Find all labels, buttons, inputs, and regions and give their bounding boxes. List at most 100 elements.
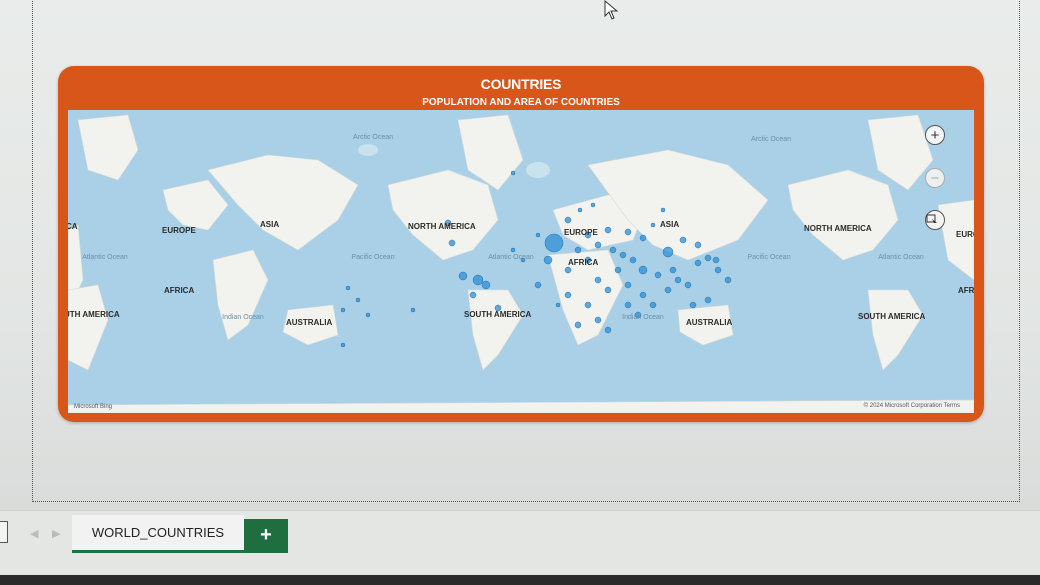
zoom-out-button[interactable]: − xyxy=(925,168,945,188)
country-bubble[interactable] xyxy=(355,297,361,303)
continent-label: NORTH AMERICA xyxy=(804,224,872,233)
country-bubble[interactable] xyxy=(704,296,712,304)
continent-label: AFRICA xyxy=(164,286,195,295)
country-bubble[interactable] xyxy=(660,207,666,213)
country-bubble[interactable] xyxy=(714,266,722,274)
country-bubble[interactable] xyxy=(410,307,416,313)
lasso-select-icon xyxy=(926,214,937,225)
continent-label: AUSTRALIA xyxy=(286,318,333,327)
country-bubble[interactable] xyxy=(674,276,682,284)
ocean-label: Pacific Ocean xyxy=(351,254,395,261)
country-bubble[interactable] xyxy=(712,256,720,264)
select-region-button[interactable] xyxy=(925,210,945,230)
continent-label: UTH AMERICA xyxy=(68,310,120,319)
continent-label: AFR xyxy=(958,286,974,295)
zoom-in-button[interactable]: + xyxy=(925,125,945,145)
country-bubble[interactable] xyxy=(594,316,602,324)
country-bubble[interactable] xyxy=(481,280,491,290)
add-sheet-button[interactable]: + xyxy=(244,519,288,553)
country-bubble[interactable] xyxy=(669,266,677,274)
continent-label: NORTH AMERICA xyxy=(408,222,476,231)
country-bubble[interactable] xyxy=(604,326,612,334)
country-bubble[interactable] xyxy=(564,216,572,224)
country-bubble[interactable] xyxy=(345,285,351,291)
country-bubble[interactable] xyxy=(604,286,612,294)
ocean-label: Indian Ocean xyxy=(222,314,264,321)
country-bubble[interactable] xyxy=(650,222,656,228)
country-bubble[interactable] xyxy=(624,301,632,309)
previous-sheet-icon[interactable]: ◀ xyxy=(30,527,38,540)
country-bubble[interactable] xyxy=(448,239,456,247)
country-bubble[interactable] xyxy=(689,301,697,309)
country-bubble[interactable] xyxy=(614,266,622,274)
country-bubble[interactable] xyxy=(577,207,583,213)
country-bubble[interactable] xyxy=(564,266,572,274)
country-bubble[interactable] xyxy=(629,256,637,264)
chart-title: COUNTRIES xyxy=(480,76,562,92)
country-bubble[interactable] xyxy=(609,246,617,254)
country-bubble[interactable] xyxy=(662,246,674,258)
ocean-label: Arctic Ocean xyxy=(352,134,394,141)
country-bubble[interactable] xyxy=(624,228,632,236)
map-chart-card[interactable]: COUNTRIES POPULATION AND AREA OF COUNTRI… xyxy=(58,66,984,422)
sheet-tab-world-countries[interactable]: WORLD_COUNTRIES xyxy=(72,515,244,553)
country-bubble[interactable] xyxy=(638,265,648,275)
country-bubble[interactable] xyxy=(594,276,602,284)
country-bubble[interactable] xyxy=(694,241,702,249)
country-bubble[interactable] xyxy=(555,302,561,308)
continent-label: ASIA xyxy=(660,220,680,229)
country-bubble[interactable] xyxy=(472,274,484,286)
continent-label: EURO xyxy=(956,230,974,239)
bing-logo: Microsoft Bing xyxy=(74,404,113,410)
continent-label: CA xyxy=(68,222,78,231)
country-bubble[interactable] xyxy=(543,255,553,265)
ocean-label: Atlantic Ocean xyxy=(82,254,128,261)
ocean-label: Atlantic Ocean xyxy=(488,254,534,261)
ocean-label: Pacific Ocean xyxy=(747,254,791,261)
country-bubble[interactable] xyxy=(574,321,582,329)
country-bubble[interactable] xyxy=(694,259,702,267)
continent-label: SOUTH AMERICA xyxy=(464,310,532,319)
country-bubble[interactable] xyxy=(654,271,662,279)
country-bubble[interactable] xyxy=(704,254,712,262)
sheet-tab-bar: ◀ ▶ WORLD_COUNTRIES + xyxy=(0,510,1040,576)
country-bubble[interactable] xyxy=(594,241,602,249)
sheet-nav-box[interactable] xyxy=(0,521,8,543)
country-bubble[interactable] xyxy=(619,251,627,259)
country-bubble[interactable] xyxy=(724,276,732,284)
country-bubble[interactable] xyxy=(544,233,564,253)
country-bubble[interactable] xyxy=(469,291,477,299)
country-bubble[interactable] xyxy=(639,291,647,299)
continent-label: AUSTRALIA xyxy=(686,318,733,327)
country-bubble[interactable] xyxy=(649,301,657,309)
ocean-label: Arctic Ocean xyxy=(750,136,792,143)
country-bubble[interactable] xyxy=(624,281,632,289)
country-bubble[interactable] xyxy=(584,301,592,309)
continent-label: SOUTH AMERICA xyxy=(858,312,926,321)
country-bubble[interactable] xyxy=(510,247,516,253)
continent-label: EUROPE xyxy=(564,228,598,237)
country-bubble[interactable] xyxy=(535,232,541,238)
chart-subtitle: POPULATION AND AREA OF COUNTRIES xyxy=(422,97,620,108)
country-bubble[interactable] xyxy=(590,202,596,208)
country-bubble[interactable] xyxy=(679,236,687,244)
country-bubble[interactable] xyxy=(534,281,542,289)
country-bubble[interactable] xyxy=(574,246,582,254)
monitor-bezel xyxy=(0,575,1040,585)
country-bubble[interactable] xyxy=(340,307,346,313)
next-sheet-icon[interactable]: ▶ xyxy=(52,527,60,540)
country-bubble[interactable] xyxy=(365,312,371,318)
continent-label: AFRICA xyxy=(568,258,599,267)
country-bubble[interactable] xyxy=(458,271,468,281)
country-bubble[interactable] xyxy=(639,234,647,242)
country-bubble[interactable] xyxy=(564,291,572,299)
country-bubble[interactable] xyxy=(604,226,612,234)
map-copyright: © 2024 Microsoft Corporation Terms xyxy=(863,403,960,409)
world-map[interactable]: CA EUROPE ASIA AFRICA UTH AMERICA AUSTRALIA NO… xyxy=(68,110,974,413)
continent-label: ASIA xyxy=(260,220,280,229)
mouse-cursor-icon xyxy=(604,0,619,20)
country-bubble[interactable] xyxy=(510,170,516,176)
country-bubble[interactable] xyxy=(340,342,346,348)
country-bubble[interactable] xyxy=(664,286,672,294)
country-bubble[interactable] xyxy=(684,281,692,289)
